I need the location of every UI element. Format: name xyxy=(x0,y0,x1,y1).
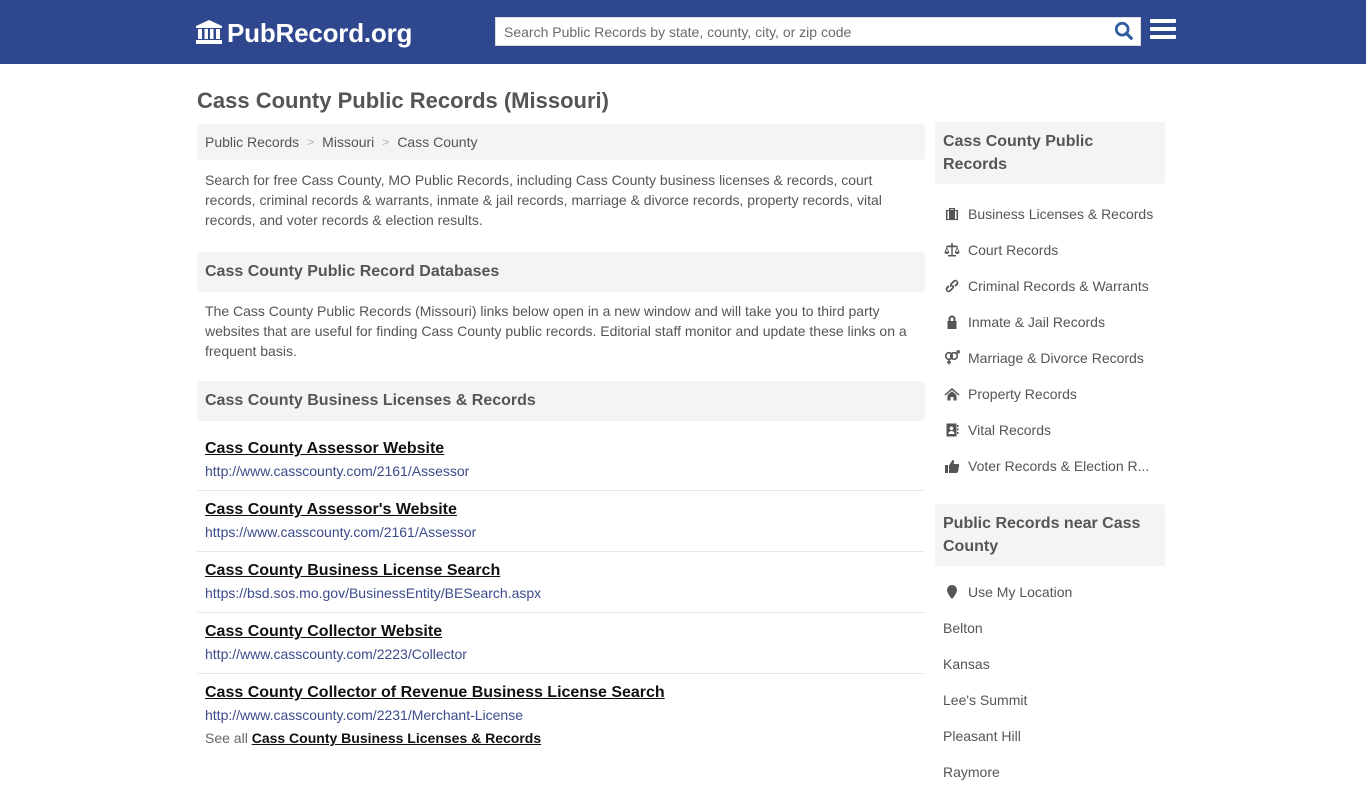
link-icon xyxy=(943,278,961,294)
sidebar-item-voter[interactable]: Voter Records & Election R... xyxy=(935,448,1165,484)
see-all-prefix: See all xyxy=(205,730,248,746)
record-title-link[interactable]: Cass County Collector Website xyxy=(205,622,442,642)
nearby-link[interactable]: Raymore xyxy=(935,754,1165,790)
breadcrumb-cass-county[interactable]: Cass County xyxy=(397,134,477,150)
breadcrumb-separator: > xyxy=(382,135,390,149)
databases-text: The Cass County Public Records (Missouri… xyxy=(205,303,907,359)
record-item: Cass County Business License Search http… xyxy=(197,552,925,613)
map-marker-icon xyxy=(943,584,961,600)
top-navbar: PubRecord.org xyxy=(0,0,1366,64)
nearby-link[interactable]: Belton xyxy=(935,610,1165,646)
record-item: Cass County Assessor's Website https://w… xyxy=(197,491,925,552)
sidebar-item-label: Inmate & Jail Records xyxy=(968,314,1105,330)
record-url-link[interactable]: https://www.casscounty.com/2161/Assessor xyxy=(205,524,917,541)
breadcrumb-public-records[interactable]: Public Records xyxy=(205,134,299,150)
hamburger-menu-icon[interactable] xyxy=(1150,19,1176,43)
record-url-link[interactable]: http://www.casscounty.com/2223/Collector xyxy=(205,646,917,663)
sidebar-item-label: Business Licenses & Records xyxy=(968,206,1154,222)
site-logo[interactable]: PubRecord.org xyxy=(195,18,412,49)
sidebar-item-marriage[interactable]: Marriage & Divorce Records xyxy=(935,340,1165,376)
sidebar: Cass County Public Records Business Lice… xyxy=(935,122,1165,790)
briefcase-icon xyxy=(943,206,961,222)
sidebar-item-label: Property Records xyxy=(968,386,1077,402)
scales-icon xyxy=(943,242,961,258)
lock-icon xyxy=(943,314,961,330)
sidebar-records-heading: Cass County Public Records xyxy=(935,122,1165,184)
nearby-link[interactable]: Pleasant Hill xyxy=(935,718,1165,754)
see-all-row: See all Cass County Business Licenses & … xyxy=(197,728,925,748)
record-url-link[interactable]: http://www.casscounty.com/2231/Merchant-… xyxy=(205,707,917,724)
databases-heading: Cass County Public Record Databases xyxy=(197,252,925,292)
sidebar-item-vital[interactable]: Vital Records xyxy=(935,412,1165,448)
sidebar-item-inmate[interactable]: Inmate & Jail Records xyxy=(935,304,1165,340)
main-content: Public Records > Missouri > Cass County … xyxy=(197,124,925,748)
record-item: Cass County Collector of Revenue Busines… xyxy=(197,674,925,728)
sidebar-item-criminal[interactable]: Criminal Records & Warrants xyxy=(935,268,1165,304)
record-title-link[interactable]: Cass County Business License Search xyxy=(205,561,500,581)
sidebar-item-business[interactable]: Business Licenses & Records xyxy=(935,196,1165,232)
sidebar-records-list: Business Licenses & Records Court Record… xyxy=(935,184,1165,484)
sidebar-item-label: Criminal Records & Warrants xyxy=(968,278,1149,294)
search-box xyxy=(495,17,1141,46)
nearby-link[interactable]: Kansas xyxy=(935,646,1165,682)
breadcrumb-missouri[interactable]: Missouri xyxy=(322,134,374,150)
sidebar-item-label: Marriage & Divorce Records xyxy=(968,350,1144,366)
nearby-list: Use My Location Belton Kansas Lee's Summ… xyxy=(935,566,1165,790)
record-url-link[interactable]: https://bsd.sos.mo.gov/BusinessEntity/BE… xyxy=(205,585,917,602)
gender-symbols-icon xyxy=(943,350,961,366)
use-my-location-label: Use My Location xyxy=(968,584,1073,600)
business-heading: Cass County Business Licenses & Records xyxy=(197,381,925,421)
search-button[interactable] xyxy=(1112,21,1136,43)
sidebar-near-heading: Public Records near Cass County xyxy=(935,504,1165,566)
home-icon xyxy=(943,386,961,402)
sidebar-item-property[interactable]: Property Records xyxy=(935,376,1165,412)
breadcrumb: Public Records > Missouri > Cass County xyxy=(197,124,925,160)
sidebar-item-label: Vital Records xyxy=(968,422,1052,438)
business-records-list: Cass County Assessor Website http://www.… xyxy=(197,430,925,728)
sidebar-item-court[interactable]: Court Records xyxy=(935,232,1165,268)
breadcrumb-separator: > xyxy=(307,135,315,149)
search-icon xyxy=(1114,21,1133,40)
page-title: Cass County Public Records (Missouri) xyxy=(197,88,609,113)
thumbs-up-icon xyxy=(943,458,961,474)
nearby-link[interactable]: Lee's Summit xyxy=(935,682,1165,718)
record-item: Cass County Collector Website http://www… xyxy=(197,613,925,674)
record-title-link[interactable]: Cass County Collector of Revenue Busines… xyxy=(205,683,665,703)
record-item: Cass County Assessor Website http://www.… xyxy=(197,430,925,491)
record-title-link[interactable]: Cass County Assessor's Website xyxy=(205,500,457,520)
intro-text: Search for free Cass County, MO Public R… xyxy=(205,172,882,228)
search-input[interactable] xyxy=(496,18,1106,45)
record-url-link[interactable]: http://www.casscounty.com/2161/Assessor xyxy=(205,463,917,480)
address-book-icon xyxy=(943,422,961,438)
see-all-link[interactable]: Cass County Business Licenses & Records xyxy=(252,730,541,746)
site-logo-text: PubRecord.org xyxy=(227,18,413,48)
sidebar-item-label: Court Records xyxy=(968,242,1059,258)
courthouse-icon xyxy=(195,19,227,48)
use-my-location-link[interactable]: Use My Location xyxy=(935,574,1165,610)
sidebar-item-label: Voter Records & Election R... xyxy=(968,458,1150,474)
record-title-link[interactable]: Cass County Assessor Website xyxy=(205,439,444,459)
